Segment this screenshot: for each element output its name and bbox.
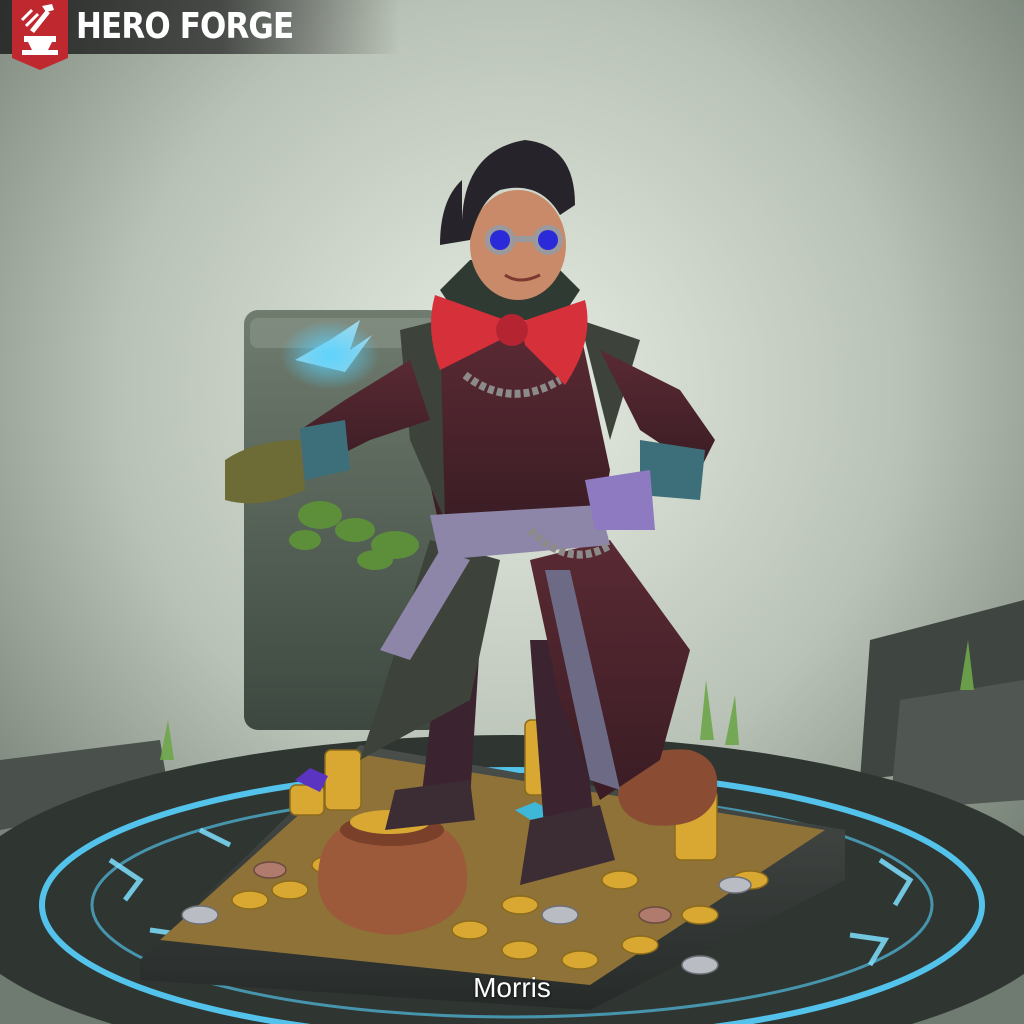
brand-title: HERO FORGE <box>76 6 294 47</box>
miniature-name: Morris <box>473 972 551 1003</box>
brand-header: HERO FORGE <box>0 0 400 70</box>
anvil-hammer-icon <box>12 0 68 70</box>
character-preview-scene <box>0 0 1024 1024</box>
